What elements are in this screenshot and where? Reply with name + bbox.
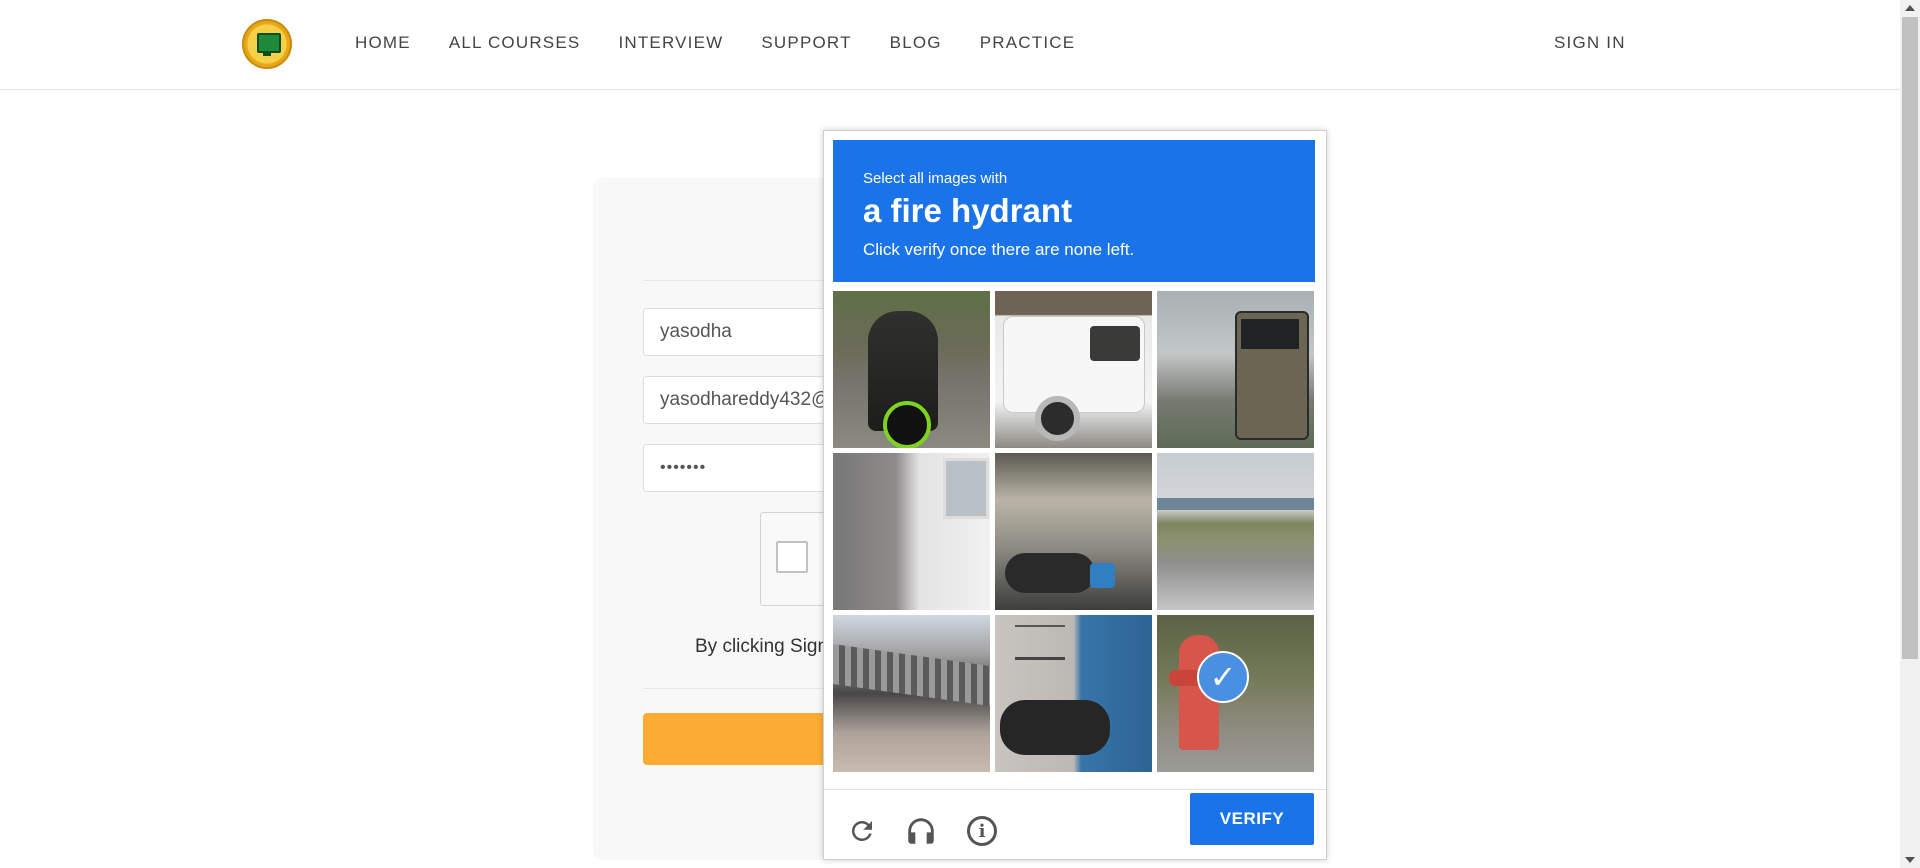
scroll-thumb[interactable] bbox=[1902, 17, 1918, 659]
recaptcha-checkbox[interactable] bbox=[776, 541, 808, 573]
captcha-tile-9[interactable]: ✓ bbox=[1157, 615, 1314, 772]
monitor-stand bbox=[263, 52, 271, 56]
nav-home[interactable]: HOME bbox=[355, 33, 411, 53]
headphones-icon[interactable] bbox=[903, 813, 939, 849]
bus-window bbox=[1241, 319, 1299, 349]
nav-blog[interactable]: BLOG bbox=[890, 33, 942, 53]
main-nav: HOME ALL COURSES INTERVIEW SUPPORT BLOG … bbox=[355, 33, 1113, 53]
prompt-target: a fire hydrant bbox=[863, 192, 1073, 229]
captcha-tile-1[interactable] bbox=[833, 291, 990, 448]
captcha-tile-2[interactable] bbox=[995, 291, 1152, 448]
parked-motorcycle-image bbox=[1000, 700, 1110, 755]
captcha-tile-8[interactable] bbox=[995, 615, 1152, 772]
divider bbox=[824, 789, 1326, 790]
captcha-challenge: Select all images with a fire hydrant Cl… bbox=[823, 130, 1327, 860]
wheel bbox=[883, 401, 931, 448]
verify-button[interactable]: VERIFY bbox=[1190, 793, 1314, 845]
nav-support[interactable]: SUPPORT bbox=[761, 33, 851, 53]
bucket bbox=[1090, 563, 1115, 588]
reload-icon-svg bbox=[851, 821, 872, 841]
headphones-icon-svg bbox=[908, 818, 934, 844]
captcha-tile-5[interactable] bbox=[995, 453, 1152, 610]
bicycles-alley-image bbox=[1005, 553, 1095, 593]
captcha-tile-7[interactable] bbox=[833, 615, 990, 772]
car-window bbox=[1090, 326, 1140, 361]
prompt-small: Select all images with bbox=[863, 170, 1008, 187]
info-icon[interactable]: i bbox=[964, 813, 1000, 849]
highway-bridge-image bbox=[1157, 498, 1314, 510]
nav-all-courses[interactable]: ALL COURSES bbox=[449, 33, 581, 53]
captcha-tile-3[interactable] bbox=[1157, 291, 1314, 448]
scroll-up-arrow-icon[interactable] bbox=[1905, 5, 1915, 11]
scroll-down-arrow-icon[interactable] bbox=[1905, 857, 1915, 863]
nav-interview[interactable]: INTERVIEW bbox=[618, 33, 723, 53]
captcha-tile-6[interactable] bbox=[1157, 453, 1314, 610]
terms-text: By clicking Sign bbox=[695, 636, 829, 657]
prompt-instruction: Click verify once there are none left. bbox=[863, 240, 1135, 259]
site-header: HOME ALL COURSES INTERVIEW SUPPORT BLOG … bbox=[0, 0, 1900, 90]
scrollbar[interactable] bbox=[1900, 0, 1920, 868]
captcha-tile-4[interactable] bbox=[833, 453, 990, 610]
info-circle: i bbox=[967, 816, 997, 846]
sign-in-link[interactable]: SIGN IN bbox=[1554, 33, 1626, 53]
site-logo[interactable] bbox=[242, 19, 292, 69]
graffiti bbox=[1015, 625, 1065, 660]
captcha-prompt: Select all images with a fire hydrant Cl… bbox=[833, 140, 1315, 282]
building-wall-image bbox=[943, 458, 989, 519]
wheel bbox=[1035, 396, 1080, 441]
captcha-grid: ✓ bbox=[833, 291, 1315, 773]
reload-icon[interactable] bbox=[844, 813, 880, 849]
selected-check-icon: ✓ bbox=[1197, 651, 1249, 703]
nav-practice[interactable]: PRACTICE bbox=[980, 33, 1076, 53]
monitor-icon bbox=[257, 33, 281, 53]
roof-image bbox=[833, 643, 990, 707]
